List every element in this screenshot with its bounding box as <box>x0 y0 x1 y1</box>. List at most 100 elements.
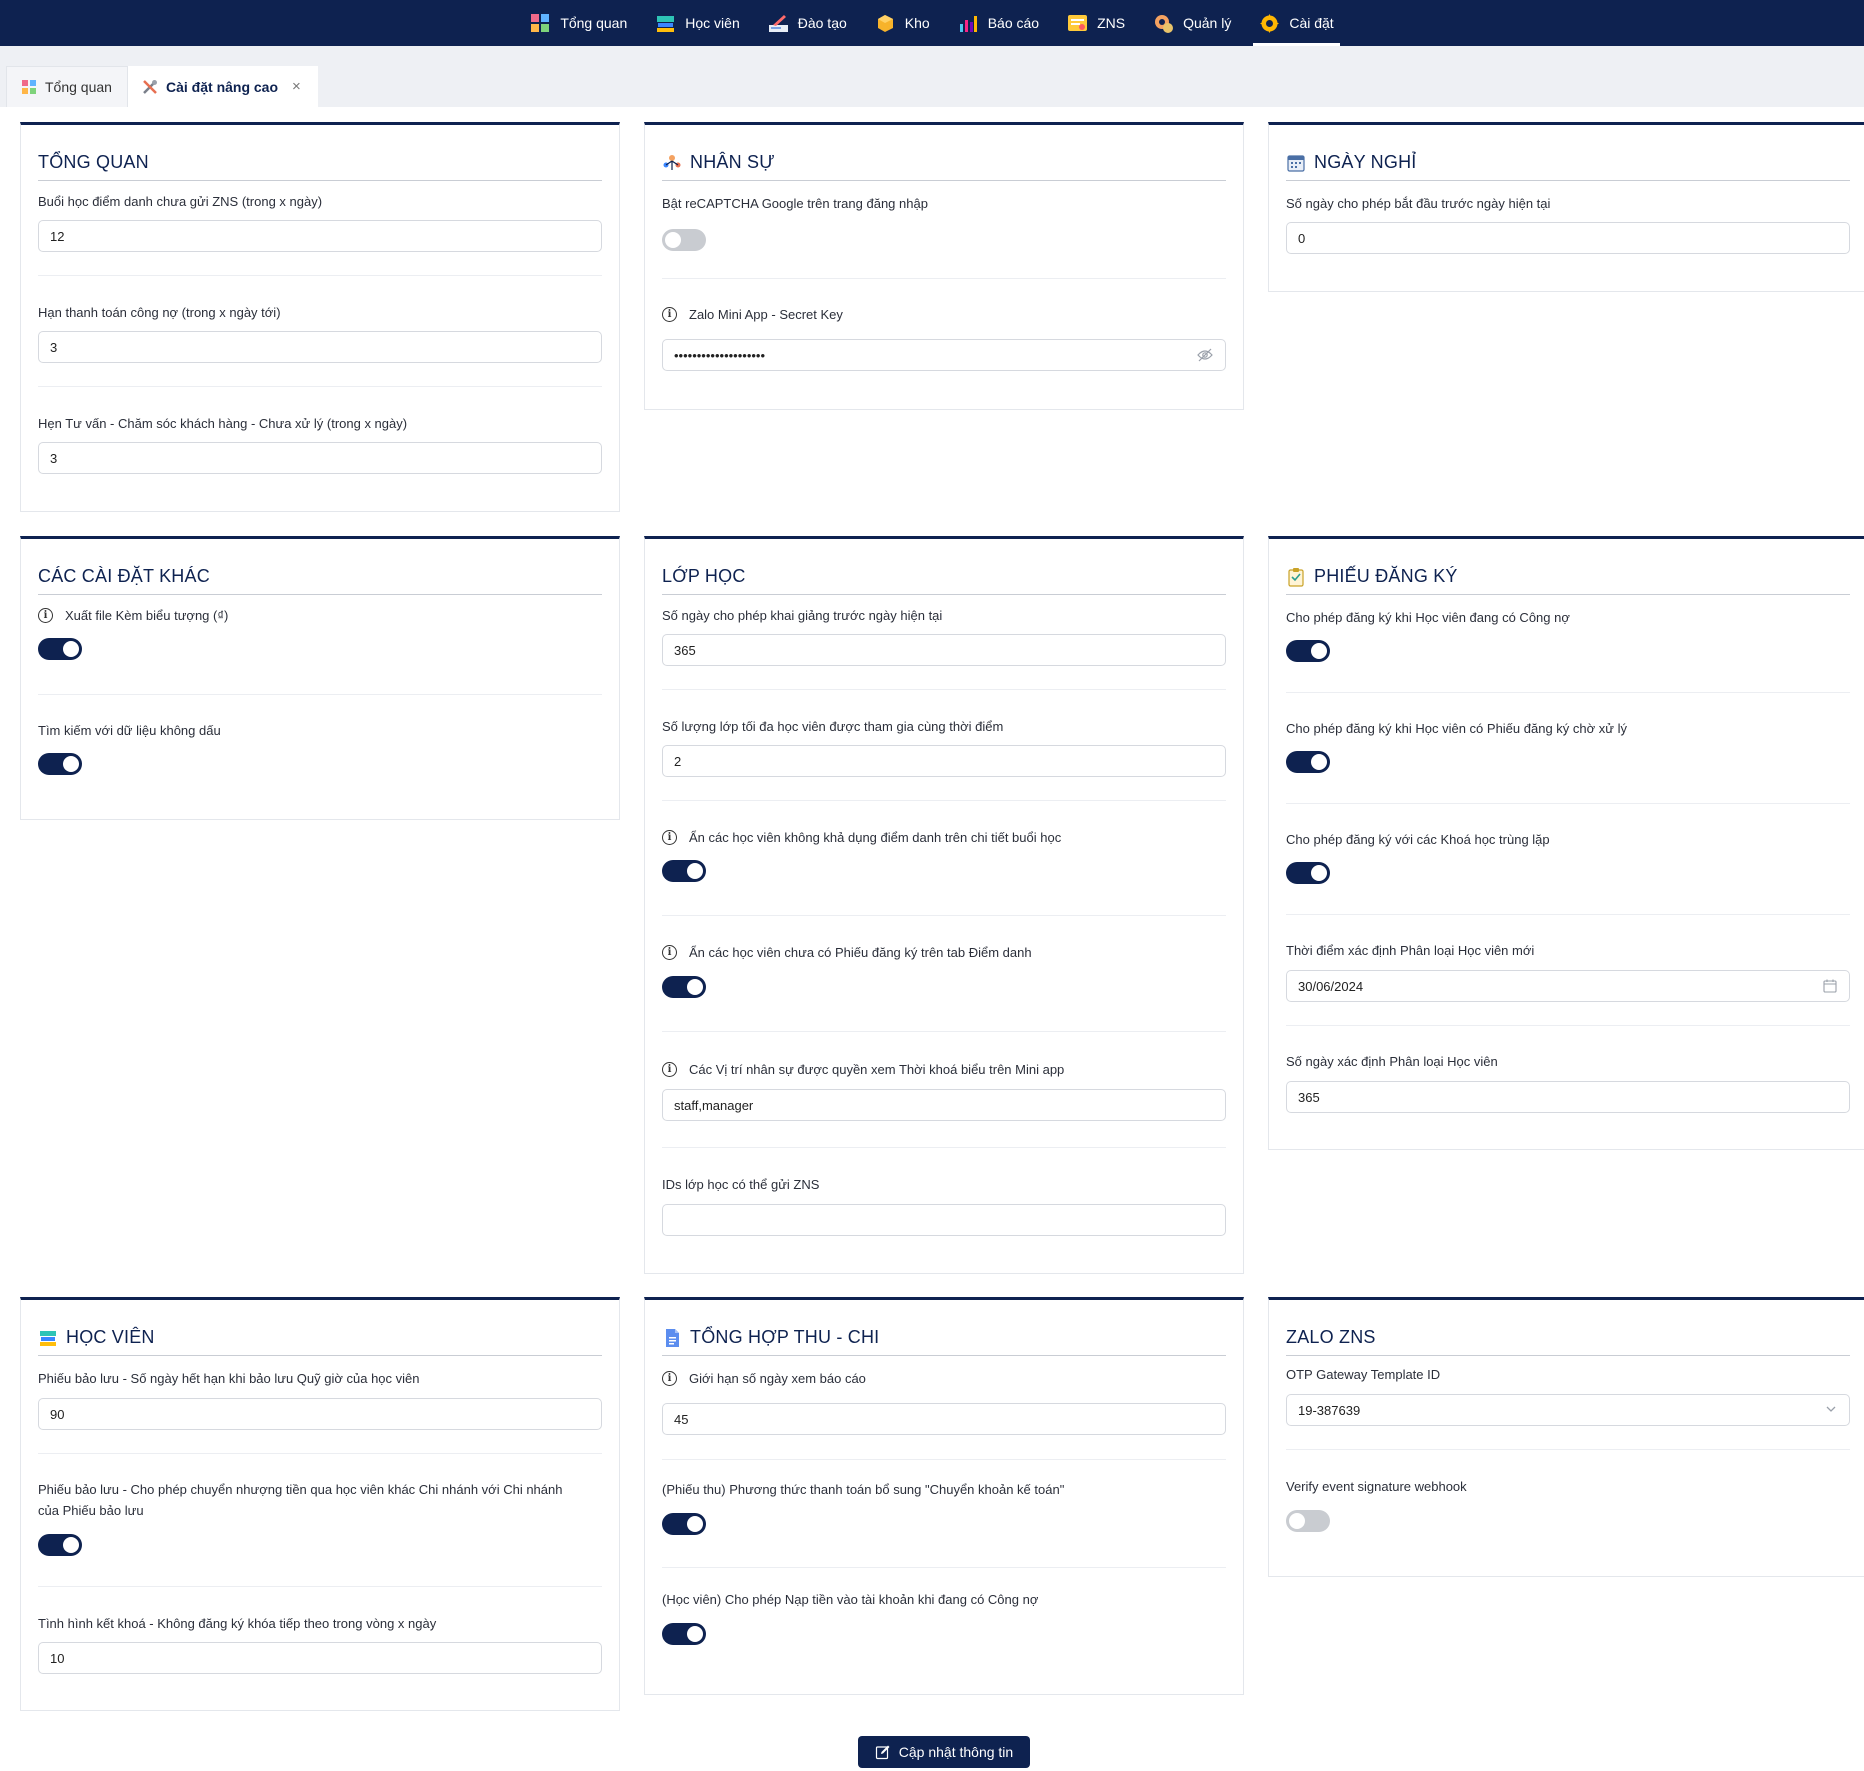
verify-webhook-toggle[interactable] <box>1286 1510 1330 1532</box>
field-label: Phiếu bảo lưu - Số ngày hết hạn khi bảo … <box>38 1371 420 1386</box>
field-max-classes: Số lượng lớp tối đa học viên được tham g… <box>662 716 1226 777</box>
divider <box>1286 803 1850 804</box>
divider <box>1286 692 1850 693</box>
card-title: ZALO ZNS <box>1286 1320 1850 1356</box>
top-navigation: Tổng quan Học viên Đào tạo Kho Báo cáo Z… <box>0 0 1864 46</box>
tools-icon <box>142 79 158 95</box>
search-unaccented-toggle[interactable] <box>38 753 82 775</box>
card-title-text: TỔNG HỢP THU - CHI <box>690 1327 880 1347</box>
allow-debt-toggle[interactable] <box>1286 640 1330 662</box>
consult-days-input[interactable]: 3 <box>38 442 602 474</box>
close-icon[interactable]: × <box>292 78 301 95</box>
zns-days-input[interactable]: 12 <box>38 220 602 252</box>
divider <box>662 1147 1226 1148</box>
field-zns-days: Buổi học điểm danh chưa gửi ZNS (trong x… <box>38 191 602 252</box>
miniapp-positions-input[interactable]: staff,manager <box>662 1089 1226 1121</box>
field-allow-duplicate: Cho phép đăng ký với các Khoá học trùng … <box>1286 829 1850 889</box>
card-title-text: NGÀY NGHỈ <box>1314 152 1417 172</box>
info-icon: i <box>662 1062 677 1077</box>
hide-no-registration-toggle[interactable] <box>662 976 706 998</box>
nav-item-tong-quan[interactable]: Tổng quan <box>516 0 641 46</box>
new-student-date-input[interactable]: 30/06/2024 <box>1286 970 1850 1002</box>
recaptcha-toggle[interactable] <box>662 229 706 251</box>
nav-item-kho[interactable]: Kho <box>861 0 944 46</box>
update-button-label: Cập nhật thông tin <box>898 1744 1014 1760</box>
warehouse-icon <box>875 13 896 34</box>
card-zalo-zns: ZALO ZNS OTP Gateway Template ID 19-3876… <box>1268 1297 1864 1577</box>
field-label-text: Ẩn các học viên không khả dụng điểm danh… <box>689 830 1062 845</box>
tab-cai-dat-nang-cao[interactable]: Cài đặt nâng cao × <box>128 66 318 107</box>
class-open-days-input[interactable]: 365 <box>662 634 1226 666</box>
zns-class-ids-input[interactable] <box>662 1204 1226 1236</box>
accounting-transfer-toggle[interactable] <box>662 1513 706 1535</box>
card-hoc-vien: HỌC VIÊN Phiếu bảo lưu - Số ngày hết hạn… <box>20 1297 620 1711</box>
chevron-down-icon[interactable] <box>1825 1403 1837 1418</box>
classify-days-input[interactable]: 365 <box>1286 1081 1850 1113</box>
card-title-text: ZALO ZNS <box>1286 1327 1376 1347</box>
calendar-icon <box>1286 153 1306 173</box>
calendar-icon[interactable] <box>1823 979 1837 996</box>
card-phieu-dang-ky: PHIẾU ĐĂNG KÝ Cho phép đăng ký khi Học v… <box>1268 536 1864 1150</box>
card-title-text: LỚP HỌC <box>662 566 746 586</box>
nav-item-hoc-vien[interactable]: Học viên <box>641 0 753 46</box>
field-label: i Xuất file Kèm biểu tượng (₫) <box>38 605 602 626</box>
nav-label: Đào tạo <box>797 15 847 31</box>
holiday-days-input[interactable]: 0 <box>1286 222 1850 254</box>
divider <box>662 800 1226 801</box>
date-value: 30/06/2024 <box>1298 978 1364 994</box>
allow-duplicate-toggle[interactable] <box>1286 862 1330 884</box>
field-label: Số ngày cho phép khai giảng trước ngày h… <box>662 608 943 623</box>
field-label: i Zalo Mini App - Secret Key <box>662 304 1226 325</box>
settings-icon <box>1259 13 1280 34</box>
divider <box>662 278 1226 279</box>
card-title: LỚP HỌC <box>662 559 1226 595</box>
divider <box>662 915 1226 916</box>
export-currency-toggle[interactable] <box>38 638 82 660</box>
clipboard-icon <box>1286 567 1306 587</box>
field-label: Phiếu bảo lưu - Cho phép chuyển nhượng t… <box>38 1482 563 1518</box>
field-new-student-date: Thời điểm xác định Phân loại Học viên mớ… <box>1286 940 1850 1002</box>
select-value: 19-387639 <box>1298 1402 1361 1418</box>
field-label: Cho phép đăng ký khi Học viên đang có Cô… <box>1286 610 1570 625</box>
nav-item-bao-cao[interactable]: Báo cáo <box>944 0 1053 46</box>
nav-item-dao-tao[interactable]: Đào tạo <box>754 0 861 46</box>
field-label: Tình hình kết khoá - Không đăng ký khóa … <box>38 1616 437 1631</box>
max-classes-input[interactable]: 2 <box>662 745 1226 777</box>
secret-key-input[interactable]: •••••••••••••••••••• <box>662 339 1226 371</box>
card-nhan-su: NHÂN SỰ Bật reCAPTCHA Google trên trang … <box>644 122 1244 410</box>
topup-with-debt-toggle[interactable] <box>662 1623 706 1645</box>
reserve-transfer-toggle[interactable] <box>38 1534 82 1556</box>
field-holiday-days: Số ngày cho phép bắt đầu trước ngày hiện… <box>1286 193 1850 254</box>
report-days-input[interactable]: 45 <box>662 1403 1226 1435</box>
nav-item-cai-dat[interactable]: Cài đặt <box>1245 0 1347 46</box>
field-label: (Học viên) Cho phép Nạp tiền vào tài kho… <box>662 1592 1039 1607</box>
course-end-input[interactable]: 10 <box>38 1642 602 1674</box>
debt-days-input[interactable]: 3 <box>38 331 602 363</box>
allow-pending-toggle[interactable] <box>1286 751 1330 773</box>
field-label: Số lượng lớp tối đa học viên được tham g… <box>662 719 1004 734</box>
field-label: Cho phép đăng ký khi Học viên có Phiếu đ… <box>1286 721 1627 736</box>
nav-item-quan-ly[interactable]: Quản lý <box>1139 0 1245 46</box>
field-label-text: Xuất file Kèm biểu tượng (₫) <box>65 608 229 623</box>
card-title: HỌC VIÊN <box>38 1320 602 1356</box>
hide-unavailable-toggle[interactable] <box>662 860 706 882</box>
eye-slash-icon[interactable] <box>1197 348 1213 365</box>
field-hide-unavailable: i Ẩn các học viên không khả dụng điểm dan… <box>662 827 1226 887</box>
field-class-open-days: Số ngày cho phép khai giảng trước ngày h… <box>662 605 1226 666</box>
card-tong-quan: TỔNG QUAN Buổi học điểm danh chưa gửi ZN… <box>20 122 620 512</box>
nav-label: Cài đặt <box>1289 15 1334 31</box>
info-icon: i <box>662 307 677 322</box>
nav-item-zns[interactable]: ZNS <box>1053 0 1139 46</box>
update-button[interactable]: Cập nhật thông tin <box>858 1736 1030 1768</box>
divider <box>1286 1025 1850 1026</box>
field-label: Verify event signature webhook <box>1286 1479 1467 1494</box>
reserve-expiry-input[interactable]: 90 <box>38 1398 602 1430</box>
tab-tong-quan[interactable]: Tổng quan <box>6 66 128 107</box>
divider <box>1286 914 1850 915</box>
divider <box>38 1586 602 1587</box>
field-label-text: Các Vị trí nhân sự được quyền xem Thời k… <box>689 1062 1065 1077</box>
card-title-text: NHÂN SỰ <box>690 152 775 172</box>
field-label: i Ẩn các học viên không khả dụng điểm dan… <box>662 827 1226 848</box>
otp-template-select[interactable]: 19-387639 <box>1286 1394 1850 1426</box>
dashboard-icon <box>530 13 551 34</box>
